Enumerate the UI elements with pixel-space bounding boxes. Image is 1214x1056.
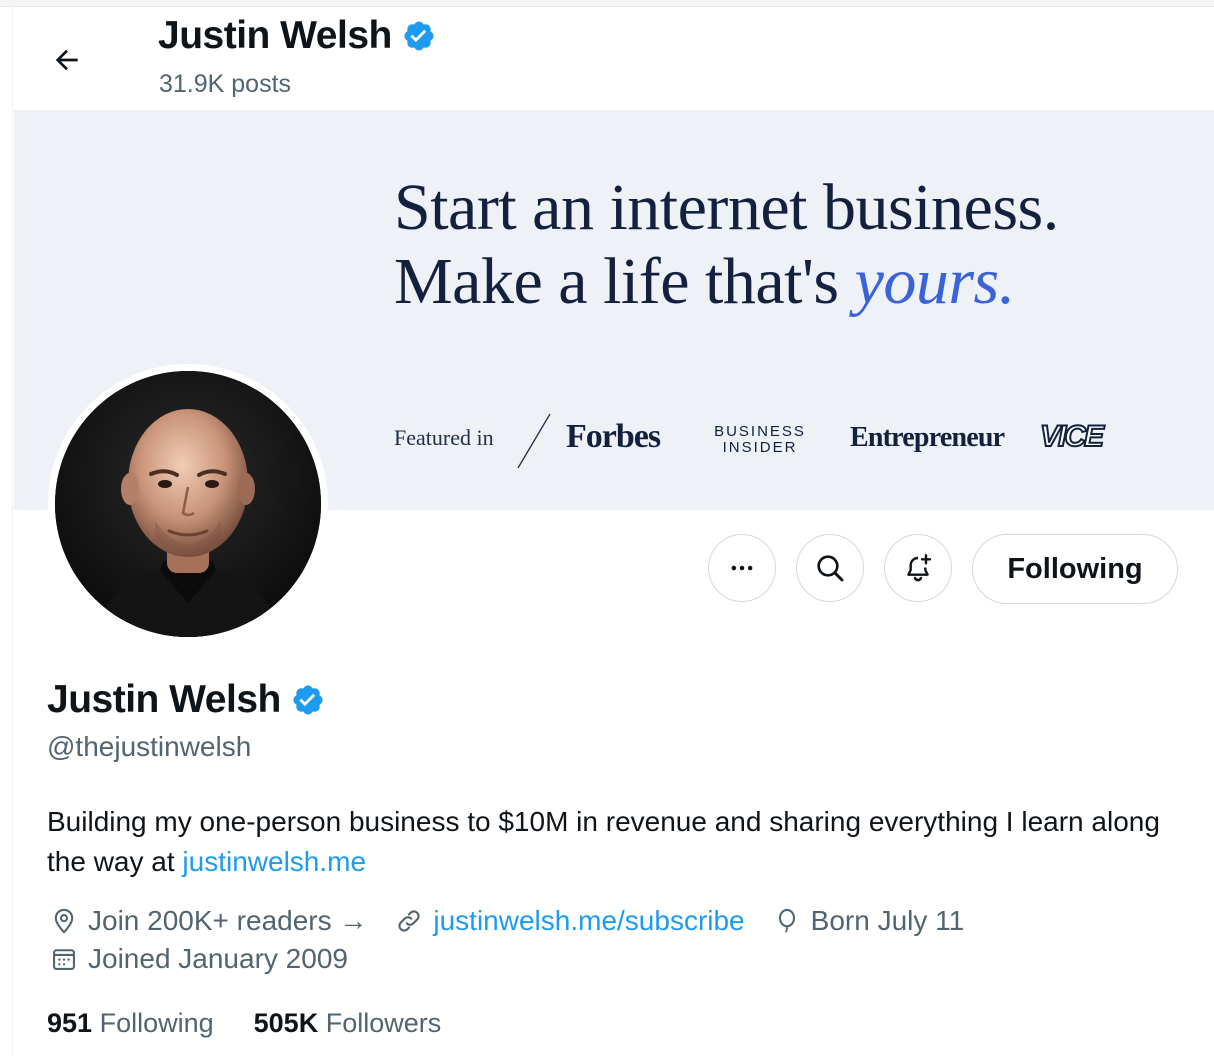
more-options-button[interactable] [708,534,776,602]
birthday-text: Born July 11 [810,905,965,936]
calendar-icon [53,949,75,970]
following-stat[interactable]: 951 Following [47,1008,214,1039]
birthday-item: Born July 11 [773,905,965,937]
website-item: justinwelsh.me/subscribe [395,905,745,937]
business-insider-logo: BUSINESS INSIDER [712,424,808,456]
business-insider-line1: BUSINESS [714,423,806,440]
followers-stat[interactable]: 505K Followers [254,1008,442,1039]
website-link[interactable]: justinwelsh.me/subscribe [433,905,744,937]
more-icon [731,565,753,571]
followers-count: 505K [253,1008,319,1038]
verified-badge-icon [404,21,434,51]
entrepreneur-logo: Entrepreneur [850,422,1005,453]
business-insider-line2: INSIDER [722,439,798,456]
bell-plus-icon [907,554,932,582]
forbes-logo: Forbes [566,418,661,455]
location-text: Join 200K+ readers → [88,905,368,936]
banner-headline-2: Make a life that's yours. [394,244,1015,320]
balloon-icon [778,908,795,933]
avatar[interactable] [48,364,328,644]
banner-headline-2-prefix: Make a life that's [394,245,855,318]
header-name: Justin Welsh [158,14,392,57]
location-pin-icon [54,908,74,934]
joined-text: Joined January 2009 [88,943,348,974]
joined-item: Joined January 2009 [50,943,348,975]
following-count: 951 [47,1008,93,1038]
notifications-button[interactable] [884,534,952,602]
verified-badge-icon[interactable] [291,683,325,717]
banner-headline-1: Start an internet business. [394,171,1059,244]
profile-meta-row-2: Joined January 2009 [50,943,376,975]
profile-name-row: Justin Welsh [47,678,325,722]
arrow-left-icon [55,49,78,71]
profile-meta-row: Join 200K+ readers → justinwelsh.me/subs… [50,905,992,937]
featured-in-label: Featured in [394,425,494,450]
back-button[interactable] [38,36,96,84]
follow-stats: 951 Following 505K Followers [47,1008,481,1039]
vice-logo: VICE [1039,419,1105,454]
search-posts-button[interactable] [796,534,864,602]
avatar-photo [55,371,321,637]
header-title: Justin Welsh [158,14,436,58]
column-border [12,0,13,1056]
search-icon [817,555,844,582]
bio-link[interactable]: justinwelsh.me [182,846,366,877]
portrait-image [55,371,321,637]
banner-headline-accent: yours. [854,245,1016,318]
link-icon [398,910,420,932]
following-button[interactable]: Following [972,534,1178,604]
profile-bio: Building my one-person business to $10M … [47,802,1167,882]
location-item: Join 200K+ readers → [50,905,367,937]
following-label: Following [99,1008,214,1038]
followers-label: Followers [325,1008,442,1038]
profile-name: Justin Welsh [47,678,281,721]
post-count: 31.9K posts [159,70,292,98]
profile-handle: @thejustinwelsh [47,731,252,762]
slash-divider [517,413,551,469]
window-top-strip [0,0,1214,7]
